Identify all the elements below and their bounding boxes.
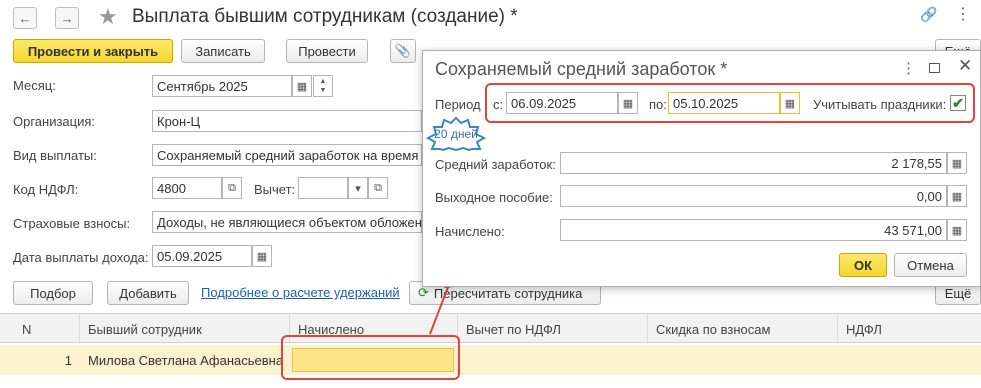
ndfl-code-label: Код НДФЛ: — [13, 182, 79, 197]
deduction-label: Вычет: — [254, 182, 296, 197]
dialog-title: Сохраняемый средний заработок * — [435, 59, 728, 79]
col-ndfl[interactable]: НДФЛ — [838, 314, 981, 344]
star-icon[interactable]: ★ — [98, 4, 118, 30]
open-icon[interactable]: ⧉ — [222, 177, 242, 199]
accrued-field[interactable]: 43 571,00 — [560, 219, 947, 241]
calculator-icon[interactable]: ▦ — [947, 152, 967, 174]
calculator-icon[interactable]: ▦ — [947, 185, 967, 207]
forward-button[interactable]: → — [55, 7, 79, 29]
income-date-label: Дата выплаты дохода: — [13, 250, 149, 265]
row-number: 1 — [64, 352, 72, 368]
more-vert-icon[interactable]: ⋮ — [901, 59, 916, 77]
add-button[interactable]: Добавить — [107, 281, 189, 305]
calendar-icon[interactable]: ▦ — [292, 75, 312, 97]
post-button[interactable]: Провести — [286, 39, 368, 63]
window-title: Выплата бывшим сотрудникам (создание) * — [132, 6, 518, 27]
arrow-left-icon: ← — [18, 10, 32, 26]
save-button[interactable]: Записать — [181, 39, 265, 63]
payment-type-label: Вид выплаты: — [13, 148, 97, 163]
month-field[interactable]: Сентябрь 2025 — [152, 75, 292, 97]
month-label: Месяц: — [13, 78, 56, 93]
post-and-close-button[interactable]: Провести и закрыть — [13, 39, 173, 63]
maximize-icon[interactable] — [929, 63, 940, 73]
deduction-field[interactable] — [298, 177, 348, 199]
col-insurance-discount[interactable]: Скидка по взносам — [648, 314, 838, 344]
organization-field[interactable]: Крон-Ц — [152, 110, 422, 132]
average-salary-dialog: Сохраняемый средний заработок * ⋮ ✕ Пери… — [422, 50, 981, 287]
row-employee[interactable]: Милова Светлана Афанасьевна — [88, 345, 283, 375]
severance-field[interactable]: 0,00 — [560, 185, 947, 207]
col-employee[interactable]: Бывший сотрудник — [80, 314, 290, 344]
grid-header: N Бывший сотрудник Начислено Вычет по НД… — [0, 313, 981, 344]
more-vert-icon[interactable]: ⋮ — [955, 4, 971, 24]
severance-label: Выходное пособие: — [435, 190, 553, 205]
avg-salary-field[interactable]: 2 178,55 — [560, 152, 947, 174]
col-n[interactable]: N — [0, 314, 80, 344]
period-label: Период — [435, 97, 481, 112]
details-link[interactable]: Подробнее о расчете удержаний — [201, 285, 400, 300]
link-icon[interactable]: 🔗 — [920, 6, 937, 23]
cell-highlight — [281, 335, 460, 380]
chevron-down-icon[interactable]: ▾ — [348, 177, 368, 199]
paperclip-icon: 📎 — [394, 43, 412, 58]
select-button[interactable]: Подбор — [13, 281, 93, 305]
calculator-icon[interactable]: ▦ — [947, 219, 967, 241]
insurance-field[interactable]: Доходы, не являющиеся объектом обложен — [152, 211, 422, 233]
accrued-label: Начислено: — [435, 224, 505, 239]
income-date-field[interactable]: 05.09.2025 — [152, 245, 252, 267]
month-stepper[interactable]: ▲ ▼ — [313, 75, 333, 97]
table-row[interactable]: 1 Милова Светлана Афанасьевна — [0, 345, 981, 375]
close-icon[interactable]: ✕ — [958, 56, 972, 76]
cancel-button[interactable]: Отмена — [894, 253, 967, 277]
days-badge: 20 дней — [434, 127, 478, 141]
insurance-label: Страховые взносы: — [13, 216, 131, 231]
ndfl-code-field[interactable]: 4800 — [152, 177, 222, 199]
attach-button[interactable]: 📎 — [390, 39, 416, 63]
back-button[interactable]: ← — [13, 7, 37, 29]
open-icon[interactable]: ⧉ — [368, 177, 388, 199]
col-ndfl-deduction[interactable]: Вычет по НДФЛ — [458, 314, 648, 344]
avg-salary-label: Средний заработок: — [435, 157, 556, 172]
table-more-label: Ещё — [944, 285, 972, 301]
ok-button[interactable]: ОК — [839, 253, 887, 277]
period-highlight — [485, 83, 975, 123]
arrow-right-icon: → — [60, 10, 74, 26]
organization-label: Организация: — [13, 114, 96, 129]
calendar-icon[interactable]: ▦ — [252, 245, 272, 267]
payment-type-field[interactable]: Сохраняемый средний заработок на время т — [152, 144, 422, 166]
